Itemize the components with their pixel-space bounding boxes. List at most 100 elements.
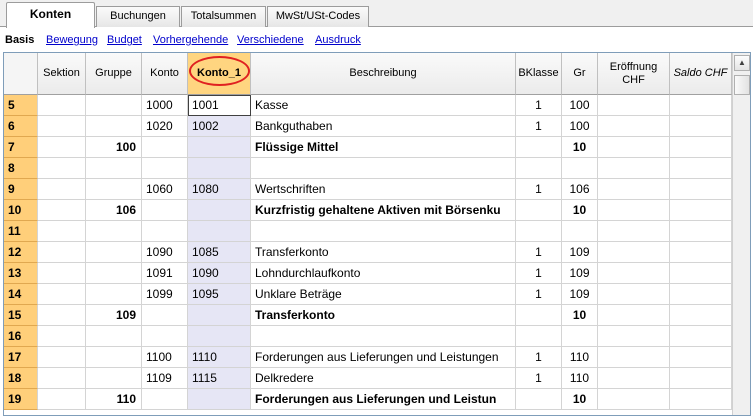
row-number[interactable]: 12 [4, 242, 38, 263]
cell-eroeffnung[interactable] [598, 179, 670, 200]
row-number[interactable]: 18 [4, 368, 38, 389]
cell-konto[interactable] [142, 200, 188, 221]
row-number[interactable]: 14 [4, 284, 38, 305]
cell-saldo[interactable] [670, 158, 732, 179]
cell-bklasse[interactable] [516, 137, 562, 158]
cell-sektion[interactable] [38, 221, 86, 242]
cell-beschreibung[interactable]: Wertschriften [251, 179, 516, 200]
cell-gruppe[interactable]: 106 [86, 200, 142, 221]
cell-konto-1[interactable] [188, 326, 251, 347]
cell-konto[interactable] [142, 137, 188, 158]
cell-beschreibung[interactable]: Flüssige Mittel [251, 137, 516, 158]
cell-gruppe[interactable]: 110 [86, 389, 142, 410]
cell-saldo[interactable] [670, 326, 732, 347]
vertical-scrollbar[interactable]: ▲ [732, 53, 750, 415]
cell-saldo[interactable] [670, 137, 732, 158]
cell-eroeffnung[interactable] [598, 95, 670, 116]
cell-gruppe[interactable] [86, 284, 142, 305]
cell-gr[interactable] [562, 221, 598, 242]
row-number[interactable]: 19 [4, 389, 38, 410]
cell-gruppe[interactable]: 109 [86, 305, 142, 326]
cell-bklasse[interactable]: 1 [516, 116, 562, 137]
cell-eroeffnung[interactable] [598, 158, 670, 179]
cell-gr[interactable] [562, 158, 598, 179]
view-basis[interactable]: Basis [5, 34, 34, 46]
view-bewegung[interactable]: Bewegung [46, 34, 98, 46]
cell-eroeffnung[interactable] [598, 326, 670, 347]
cell-gruppe[interactable]: 100 [86, 137, 142, 158]
cell-sektion[interactable] [38, 179, 86, 200]
cell-bklasse[interactable]: 1 [516, 242, 562, 263]
cell-gruppe[interactable] [86, 95, 142, 116]
cell-konto-1[interactable] [188, 200, 251, 221]
cell-beschreibung[interactable]: Kurzfristig gehaltene Aktiven mit Börsen… [251, 200, 516, 221]
cell-saldo[interactable] [670, 305, 732, 326]
cell-konto-1[interactable]: 1085 [188, 242, 251, 263]
cell-gruppe[interactable] [86, 158, 142, 179]
cell-gruppe[interactable] [86, 116, 142, 137]
cell-eroeffnung[interactable] [598, 137, 670, 158]
cell-sektion[interactable] [38, 305, 86, 326]
cell-gr[interactable]: 110 [562, 347, 598, 368]
column-header-saldo[interactable]: Saldo CHF [670, 53, 732, 95]
row-number[interactable]: 7 [4, 137, 38, 158]
cell-bklasse[interactable] [516, 200, 562, 221]
cell-beschreibung[interactable]: Bankguthaben [251, 116, 516, 137]
cell-bklasse[interactable] [516, 305, 562, 326]
cell-sektion[interactable] [38, 368, 86, 389]
row-number[interactable]: 9 [4, 179, 38, 200]
cell-gruppe[interactable] [86, 221, 142, 242]
cell-saldo[interactable] [670, 284, 732, 305]
scrollbar-thumb[interactable] [734, 75, 750, 95]
cell-gruppe[interactable] [86, 347, 142, 368]
cell-gr[interactable]: 10 [562, 305, 598, 326]
view-vorhergehende[interactable]: Vorhergehende [153, 34, 228, 46]
tab-totalsummen[interactable]: Totalsummen [181, 6, 266, 27]
cell-sektion[interactable] [38, 284, 86, 305]
cell-gr[interactable]: 106 [562, 179, 598, 200]
cell-beschreibung[interactable] [251, 158, 516, 179]
cell-sektion[interactable] [38, 263, 86, 284]
cell-konto[interactable]: 1020 [142, 116, 188, 137]
cell-konto-1[interactable]: 1001 [188, 95, 251, 116]
cell-beschreibung[interactable] [251, 221, 516, 242]
cell-gruppe[interactable] [86, 263, 142, 284]
cell-eroeffnung[interactable] [598, 305, 670, 326]
cell-sektion[interactable] [38, 116, 86, 137]
cell-konto[interactable]: 1091 [142, 263, 188, 284]
column-header-bklasse[interactable]: BKlasse [516, 53, 562, 95]
cell-beschreibung[interactable] [251, 326, 516, 347]
cell-sektion[interactable] [38, 326, 86, 347]
row-number[interactable]: 8 [4, 158, 38, 179]
row-number[interactable]: 17 [4, 347, 38, 368]
cell-konto[interactable]: 1109 [142, 368, 188, 389]
cell-eroeffnung[interactable] [598, 242, 670, 263]
cell-konto[interactable]: 1100 [142, 347, 188, 368]
cell-beschreibung[interactable]: Transferkonto [251, 242, 516, 263]
cell-konto[interactable]: 1090 [142, 242, 188, 263]
cell-gruppe[interactable] [86, 179, 142, 200]
cell-saldo[interactable] [670, 200, 732, 221]
tab-konten[interactable]: Konten [6, 2, 95, 28]
cell-gr[interactable]: 109 [562, 242, 598, 263]
cell-eroeffnung[interactable] [598, 347, 670, 368]
cell-bklasse[interactable] [516, 389, 562, 410]
cell-beschreibung[interactable]: Forderungen aus Lieferungen und Leistun [251, 389, 516, 410]
cell-konto-1[interactable]: 1115 [188, 368, 251, 389]
column-header-beschreibung[interactable]: Beschreibung [251, 53, 516, 95]
cell-bklasse[interactable] [516, 221, 562, 242]
cell-konto-1[interactable] [188, 389, 251, 410]
cell-bklasse[interactable]: 1 [516, 179, 562, 200]
cell-bklasse[interactable] [516, 326, 562, 347]
cell-gr[interactable]: 10 [562, 137, 598, 158]
cell-gruppe[interactable] [86, 368, 142, 389]
cell-bklasse[interactable]: 1 [516, 95, 562, 116]
cell-konto[interactable]: 1000 [142, 95, 188, 116]
cell-saldo[interactable] [670, 179, 732, 200]
cell-saldo[interactable] [670, 116, 732, 137]
cell-bklasse[interactable]: 1 [516, 368, 562, 389]
cell-konto[interactable] [142, 326, 188, 347]
cell-konto[interactable]: 1099 [142, 284, 188, 305]
cell-sektion[interactable] [38, 95, 86, 116]
cell-gr[interactable]: 109 [562, 263, 598, 284]
